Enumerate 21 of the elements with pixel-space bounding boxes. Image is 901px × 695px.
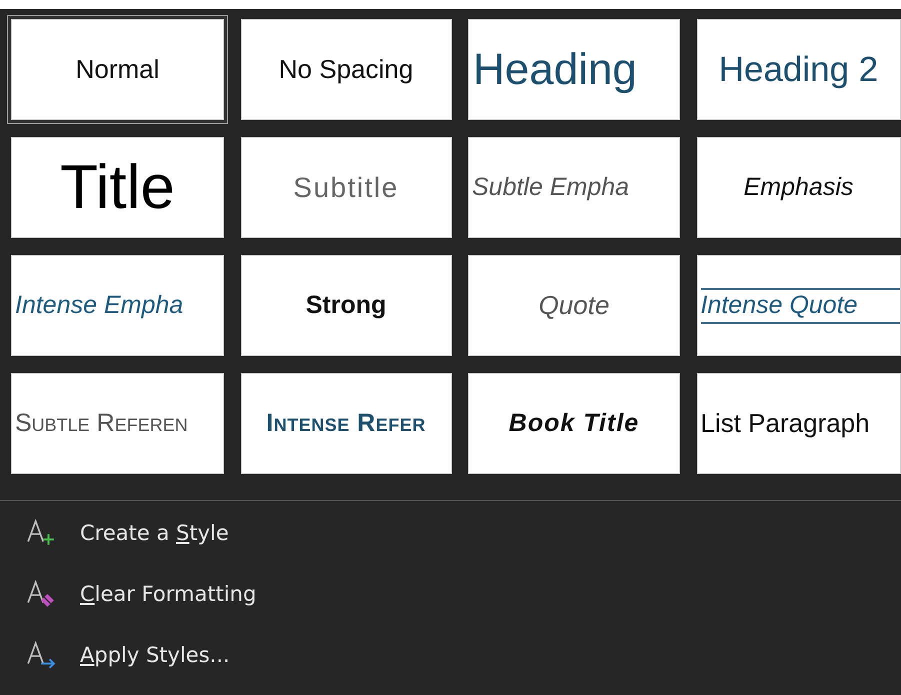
style-tile[interactable]: Quote <box>468 255 680 356</box>
style-tile[interactable]: Heading 2 <box>696 19 900 120</box>
style-tile[interactable]: Subtle Referen <box>11 373 224 474</box>
menu-item[interactable]: Clear Formatting <box>26 575 901 612</box>
style-tile[interactable]: Strong <box>240 255 452 356</box>
letter-plus-icon <box>26 518 56 546</box>
style-tile[interactable]: Intense Empha <box>11 255 224 356</box>
style-tile[interactable]: Subtitle <box>240 137 452 238</box>
style-tile[interactable]: No Spacing <box>240 19 452 120</box>
menu-item[interactable]: Create a Style <box>26 514 901 551</box>
style-tile[interactable]: Book Title <box>468 373 680 474</box>
style-tile[interactable]: Subtle Empha <box>468 137 680 238</box>
style-tile[interactable]: Emphasis <box>696 137 900 238</box>
letter-arrow-icon <box>26 640 56 668</box>
style-tile[interactable]: Intense Quote <box>696 255 900 356</box>
style-tile[interactable]: List Paragraph <box>696 373 900 474</box>
style-tile[interactable]: Intense Refer <box>240 373 452 474</box>
menu-item[interactable]: Apply Styles... <box>26 636 901 673</box>
style-tile[interactable]: Title <box>11 137 224 238</box>
letter-eraser-icon <box>26 580 56 608</box>
style-tile[interactable]: Heading <box>468 19 680 120</box>
